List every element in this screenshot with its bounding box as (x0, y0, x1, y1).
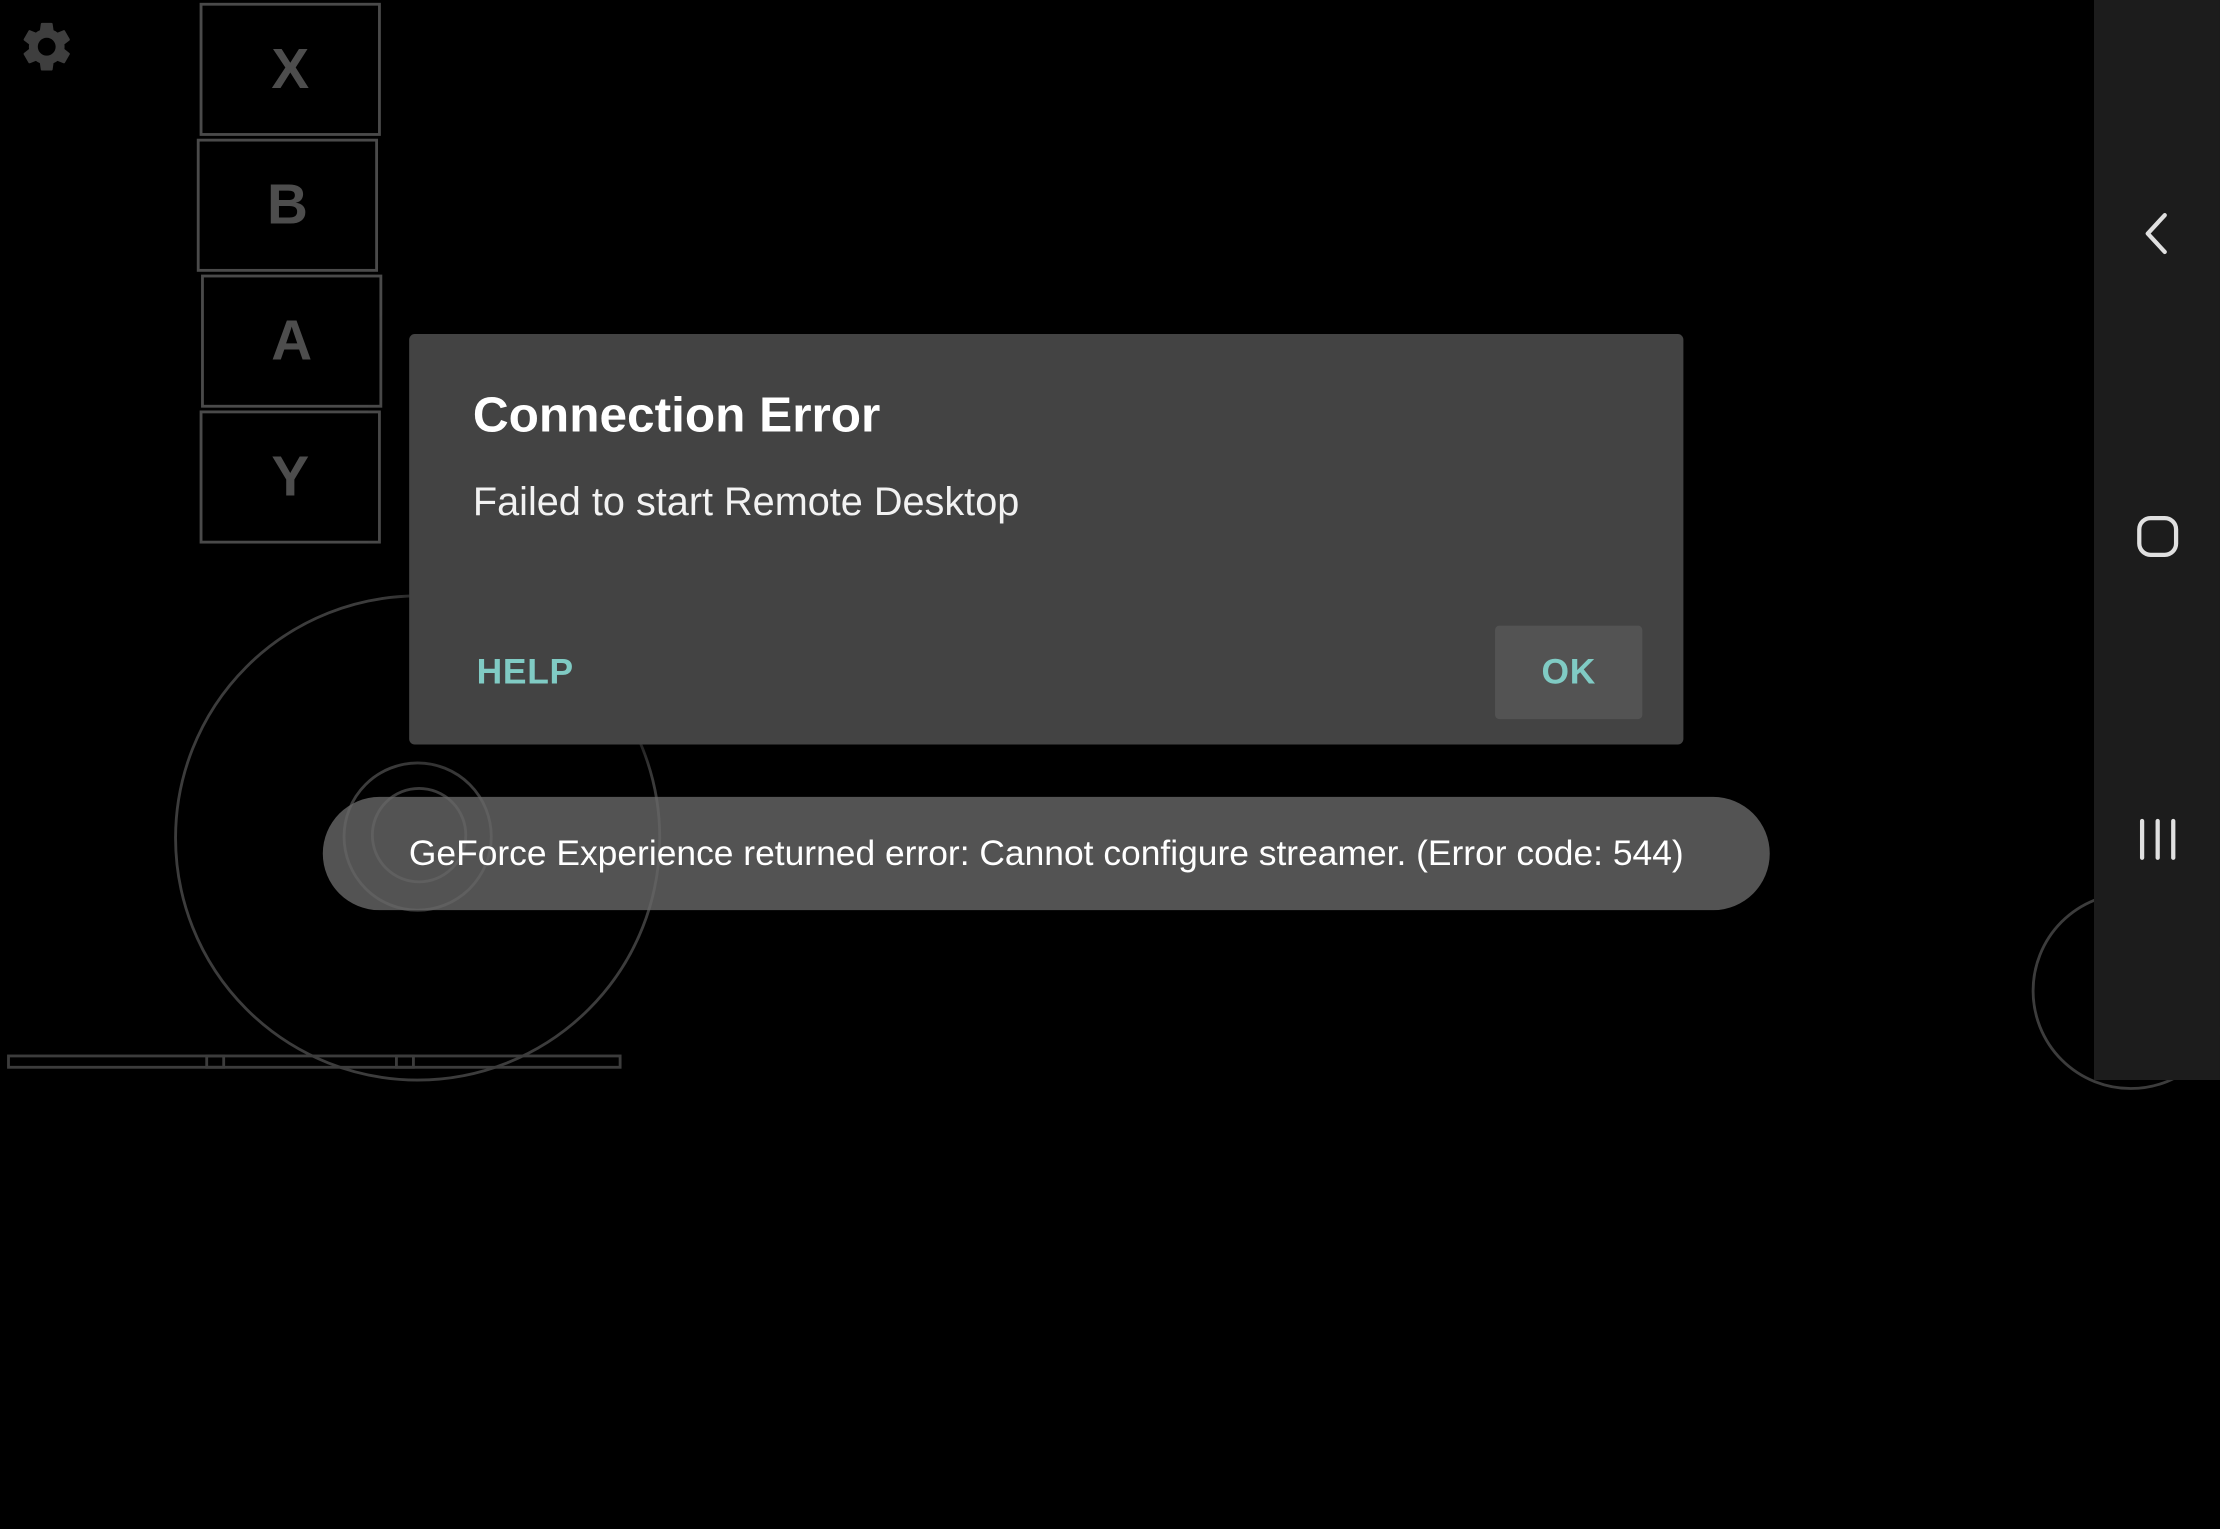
dialog-message: Failed to start Remote Desktop (472, 479, 1020, 524)
error-toast: GeForce Experience returned error: Canno… (322, 796, 1770, 911)
x-button[interactable]: X (199, 2, 381, 136)
help-button[interactable]: HELP (460, 626, 590, 719)
a-button[interactable]: A (201, 274, 383, 408)
gear-icon[interactable] (17, 17, 76, 76)
select-button[interactable] (205, 1054, 226, 1069)
connection-error-dialog: Connection Error Failed to start Remote … (409, 334, 1684, 745)
home-icon[interactable] (2128, 507, 2187, 566)
left-trigger-bar[interactable] (7, 1054, 622, 1069)
navigation-bar (2093, 0, 2220, 1081)
y-button[interactable]: Y (199, 410, 381, 544)
ok-button[interactable]: OK (1495, 625, 1643, 720)
start-button[interactable] (395, 1054, 415, 1069)
back-icon[interactable] (2128, 204, 2187, 263)
dialog-title: Connection Error (472, 387, 881, 444)
recents-icon[interactable] (2128, 810, 2187, 869)
b-button[interactable]: B (196, 138, 379, 272)
